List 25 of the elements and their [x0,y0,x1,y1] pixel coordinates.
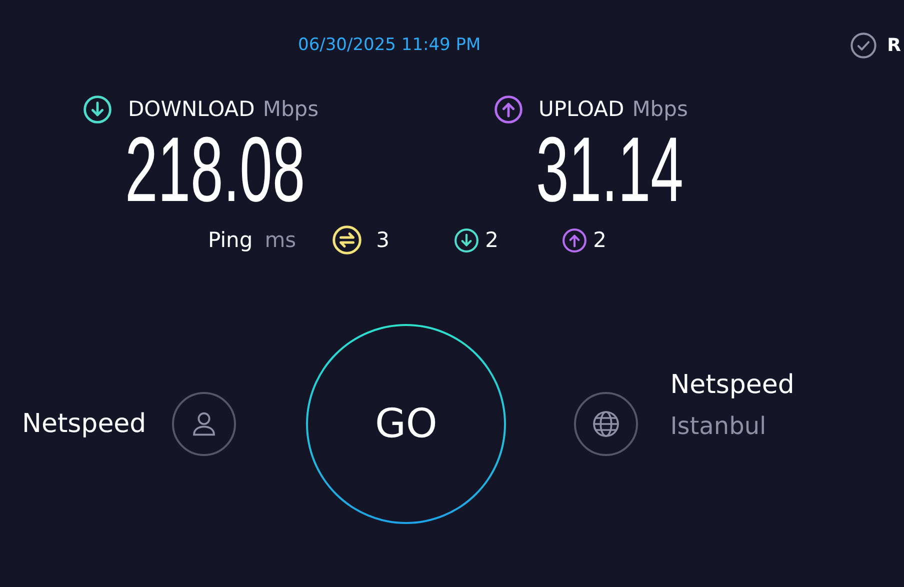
ping-icon [332,225,362,255]
go-button[interactable]: GO [306,324,506,524]
download-icon [83,94,112,124]
download-icon [454,228,480,252]
ping-value: 3 [376,228,390,252]
upload-icon [562,228,588,252]
upload-icon [494,94,522,124]
check-icon [850,32,878,58]
ping-label: Ping [208,228,253,252]
results-link[interactable]: R [887,34,901,56]
metric-label: DOWNLOAD [128,97,255,121]
metric-value: 218.08 [125,124,304,216]
server-location: Istanbul [670,412,768,440]
ping-unit: ms [264,228,296,252]
server-name: Netspeed [670,370,794,400]
metric-value: 31.14 [536,124,683,216]
metric-label: UPLOAD [538,97,624,121]
metric-unit: Mbps [632,97,688,121]
provider-name: Netspeed [22,409,146,439]
metric-unit: Mbps [262,97,319,121]
globe-icon[interactable] [574,392,638,456]
ping-value: 2 [593,228,606,252]
user-icon[interactable] [172,392,236,456]
test-timestamp: 06/30/2025 11:49 PM [298,35,481,55]
ping-value: 2 [485,228,498,252]
